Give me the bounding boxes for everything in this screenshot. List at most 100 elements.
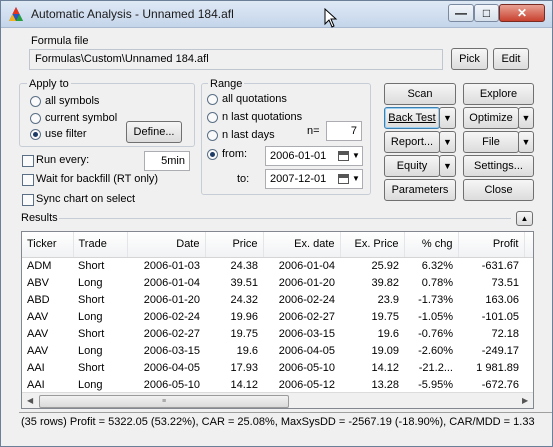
calendar-icon: [338, 151, 349, 161]
table-cell: 39.51: [230, 276, 258, 289]
column-header[interactable]: Date: [127, 232, 206, 258]
table-header-row: Ticker Trade Date Price Ex. date Ex. Price% c…: [22, 232, 533, 258]
table-cell: -0.76%: [418, 327, 453, 340]
table-cell: 73.51: [491, 276, 519, 289]
to-date-picker[interactable]: 2007-12-01 ▼: [265, 169, 363, 189]
results-divider: [59, 218, 511, 219]
table-cell: -5.95%: [418, 378, 453, 391]
table-cell: 25.92: [371, 259, 399, 272]
close-button[interactable]: Close: [463, 179, 534, 201]
table-row[interactable]: AAV Long 2006-02-24 19.96 2006-02-27 19.75 -1.…: [22, 308, 533, 325]
table-cell: 24.38: [230, 259, 258, 272]
n-last-quotations-radio[interactable]: [207, 112, 218, 123]
table-row[interactable]: AAI Short 2006-04-05 17.93 2006-05-10 14.12 -2…: [22, 359, 533, 376]
results-label: Results: [21, 212, 58, 224]
chevron-up-icon: ▲: [520, 214, 529, 223]
title-bar[interactable]: Automatic Analysis - Unnamed 184.afl — □…: [1, 1, 552, 28]
column-header[interactable]: Trade: [73, 232, 128, 258]
run-every-input[interactable]: 5min: [144, 151, 190, 171]
current-symbol-label: current symbol: [45, 112, 118, 124]
use-filter-radio[interactable]: [30, 129, 41, 140]
scan-button[interactable]: Scan: [384, 83, 456, 105]
table-row[interactable]: AAV Short 2006-02-27 19.75 2006-03-15 19.6 -0.…: [22, 325, 533, 342]
table-cell: 0: [524, 274, 533, 291]
results-table[interactable]: Ticker Trade Date Price Ex. date Ex. Price% c…: [21, 231, 534, 409]
optimize-button[interactable]: Optimize: [463, 107, 519, 129]
from-label: from:: [222, 148, 248, 160]
to-date-value: 2007-12-01: [270, 173, 327, 185]
from-date-picker[interactable]: 2006-01-01 ▼: [265, 146, 363, 166]
table-cell: Long: [78, 310, 103, 323]
n-last-days-radio[interactable]: [207, 130, 218, 141]
file-button[interactable]: File: [463, 131, 519, 153]
equity-dropdown-button[interactable]: ▼: [439, 155, 456, 177]
settings-button[interactable]: Settings...: [463, 155, 534, 177]
column-header[interactable]: %: [524, 232, 533, 258]
chevron-down-icon: ▼: [443, 161, 452, 171]
backtest-dropdown-button[interactable]: ▼: [439, 107, 456, 129]
table-row[interactable]: ABV Long 2006-01-04 39.51 2006-01-20 39.82 0.7…: [22, 274, 533, 291]
table-cell: 2006-03-15: [278, 327, 335, 340]
column-header[interactable]: % chg: [404, 232, 459, 258]
minimize-button[interactable]: —: [448, 4, 474, 22]
scroll-right-icon[interactable]: ▶: [522, 396, 528, 405]
to-label: to:: [237, 173, 250, 185]
table-row[interactable]: ADM Short 2006-01-03 24.38 2006-01-04 25.92 6.…: [22, 257, 533, 274]
table-row[interactable]: ABD Short 2006-01-20 24.32 2006-02-24 23.9 -1.…: [22, 291, 533, 308]
table-cell: 6.32%: [421, 259, 453, 272]
table-row[interactable]: AAI Long 2006-05-10 14.12 2006-05-12 13.28 -5.…: [22, 376, 533, 393]
table-cell: 14.12: [230, 378, 258, 391]
column-header[interactable]: Ticker: [22, 232, 74, 258]
explore-button[interactable]: Explore: [463, 83, 534, 105]
table-cell: -5: [524, 376, 533, 393]
table-row[interactable]: AAV Long 2006-03-15 19.6 2006-04-05 19.09 -2.6…: [22, 342, 533, 359]
edit-button[interactable]: Edit: [493, 48, 529, 70]
column-header[interactable]: Ex. Price: [340, 232, 405, 258]
optimize-dropdown-button[interactable]: ▼: [518, 107, 534, 129]
table-cell: -6: [524, 257, 533, 274]
window-title: Automatic Analysis - Unnamed 184.afl: [31, 7, 234, 21]
report-button[interactable]: Report...: [384, 131, 440, 153]
table-cell: 2006-01-20: [278, 276, 335, 289]
chevron-down-icon: ▼: [521, 113, 531, 123]
define-filter-button[interactable]: Define...: [126, 121, 182, 143]
table-cell: 2006-01-04: [143, 276, 200, 289]
column-header[interactable]: Price: [205, 232, 264, 258]
backtest-button[interactable]: Back Test: [384, 107, 440, 129]
table-cell: Long: [78, 378, 103, 391]
n-value-input[interactable]: 7: [326, 121, 362, 141]
wait-backfill-checkbox[interactable]: [22, 174, 34, 186]
all-symbols-radio[interactable]: [30, 96, 41, 107]
pick-button[interactable]: Pick: [451, 48, 488, 70]
table-cell: 2006-04-05: [278, 344, 335, 357]
column-header[interactable]: Ex. date: [263, 232, 341, 258]
table-cell: -631.67: [481, 259, 519, 272]
table-cell: 72.18: [491, 327, 519, 340]
current-symbol-radio[interactable]: [30, 113, 41, 124]
apply-to-label: Apply to: [27, 78, 71, 90]
column-header[interactable]: Profit: [458, 232, 525, 258]
chevron-down-icon: ▼: [521, 137, 531, 147]
parameters-button[interactable]: Parameters: [384, 179, 456, 201]
all-quotations-radio[interactable]: [207, 94, 218, 105]
from-radio[interactable]: [207, 149, 218, 160]
maximize-button[interactable]: □: [474, 4, 499, 22]
collapse-results-button[interactable]: ▲: [516, 211, 533, 226]
table-cell: 2006-05-12: [278, 378, 335, 391]
close-window-button[interactable]: ✕: [499, 4, 545, 22]
grip-icon: ≡: [161, 398, 167, 405]
file-dropdown-button[interactable]: ▼: [518, 131, 534, 153]
table-cell: -101.05: [481, 310, 519, 323]
formula-path-field[interactable]: Formulas\Custom\Unnamed 184.afl: [29, 49, 443, 70]
scrollbar-thumb[interactable]: ≡: [39, 395, 289, 408]
horizontal-scrollbar[interactable]: ◀ ≡ ▶: [22, 392, 533, 408]
equity-button[interactable]: Equity: [384, 155, 440, 177]
sync-chart-checkbox[interactable]: [22, 194, 34, 206]
chevron-down-icon: ▼: [443, 137, 452, 147]
scroll-left-icon[interactable]: ◀: [27, 396, 33, 405]
table-cell: 1: [524, 291, 533, 308]
table-cell: -672.76: [481, 378, 519, 391]
table-cell: Long: [78, 344, 103, 357]
report-dropdown-button[interactable]: ▼: [439, 131, 456, 153]
run-every-checkbox[interactable]: [22, 155, 34, 167]
